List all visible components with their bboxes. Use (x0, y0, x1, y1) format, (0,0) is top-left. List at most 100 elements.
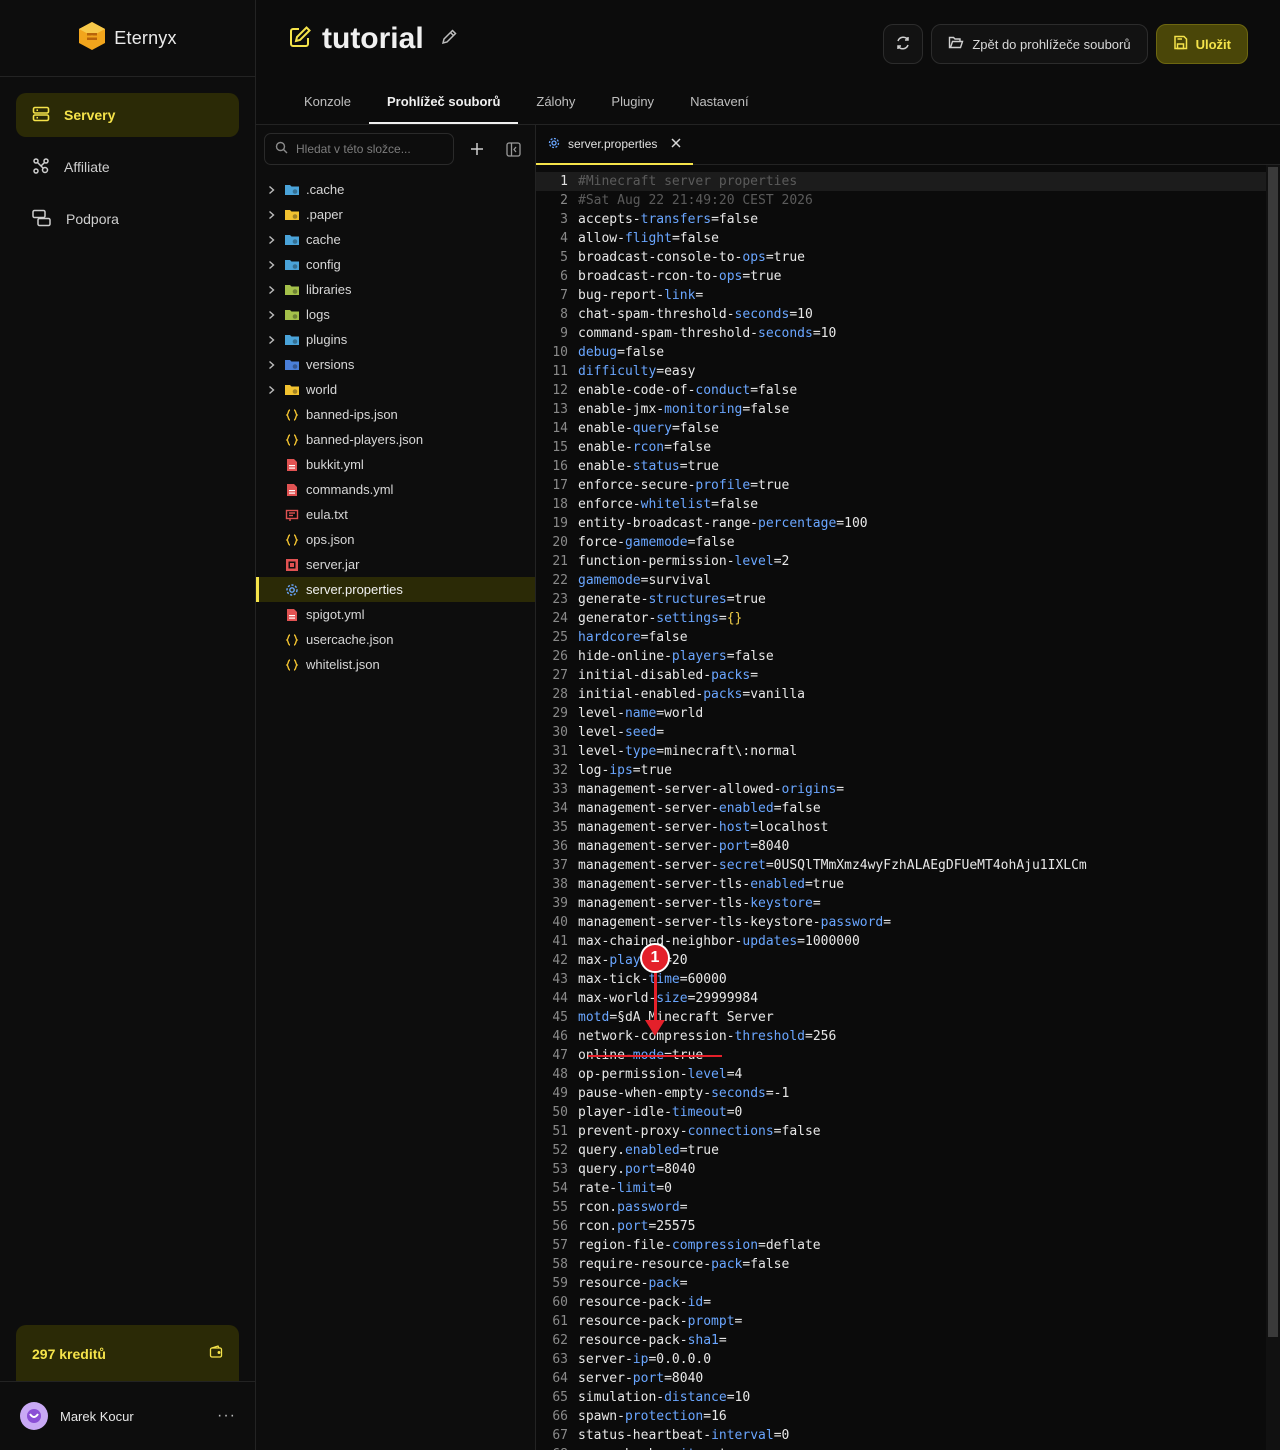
code-line[interactable]: 64 server-port=8040 (536, 1369, 1266, 1388)
code-line[interactable]: 63 server-ip=0.0.0.0 (536, 1350, 1266, 1369)
back-to-files-button[interactable]: Zpět do prohlížeče souborů (931, 24, 1148, 64)
chevron-right-icon[interactable] (266, 335, 276, 345)
brand[interactable]: Eternyx (0, 0, 255, 77)
file-row[interactable]: banned-players.json (256, 427, 535, 452)
chevron-right-icon[interactable] (266, 210, 276, 220)
code-line[interactable]: 17 enforce-secure-profile=true (536, 476, 1266, 495)
file-row[interactable]: whitelist.json (256, 652, 535, 677)
sidebar-item-affiliate[interactable]: Affiliate (16, 145, 239, 189)
folder-row[interactable]: config (256, 252, 535, 277)
code-line[interactable]: 49 pause-when-empty-seconds=-1 (536, 1084, 1266, 1103)
folder-row[interactable]: plugins (256, 327, 535, 352)
folder-row[interactable]: .cache (256, 177, 535, 202)
search-input[interactable]: Hledat v této složce... (264, 133, 454, 165)
chevron-right-icon[interactable] (266, 360, 276, 370)
code-line[interactable]: 31 level-type=minecraft\:normal (536, 742, 1266, 761)
code-line[interactable]: 65 simulation-distance=10 (536, 1388, 1266, 1407)
code-line[interactable]: 50 player-idle-timeout=0 (536, 1103, 1266, 1122)
code-line[interactable]: 30 level-seed= (536, 723, 1266, 742)
code-line[interactable]: 12 enable-code-of-conduct=false (536, 381, 1266, 400)
code-line[interactable]: 52 query.enabled=true (536, 1141, 1266, 1160)
user-bar[interactable]: Marek Kocur ··· (0, 1381, 256, 1450)
code-line[interactable]: 59 resource-pack= (536, 1274, 1266, 1293)
code-line[interactable]: 34 management-server-enabled=false (536, 799, 1266, 818)
file-row[interactable]: usercache.json (256, 627, 535, 652)
folder-row[interactable]: libraries (256, 277, 535, 302)
credits-card[interactable]: 297 kreditů (16, 1325, 239, 1382)
code-line[interactable]: 14 enable-query=false (536, 419, 1266, 438)
editor-scrollbar-thumb[interactable] (1268, 167, 1278, 1337)
code-line[interactable]: 3 accepts-transfers=false (536, 210, 1266, 229)
code-line[interactable]: 56 rcon.port=25575 (536, 1217, 1266, 1236)
file-row[interactable]: banned-ips.json (256, 402, 535, 427)
code-line[interactable]: 27 initial-disabled-packs= (536, 666, 1266, 685)
code-line[interactable]: 32 log-ips=true (536, 761, 1266, 780)
code-line[interactable]: 40 management-server-tls-keystore-passwor… (536, 913, 1266, 932)
refresh-button[interactable] (883, 24, 924, 64)
sidebar-item-servery[interactable]: Servery (16, 93, 239, 137)
toggle-panel-icon[interactable] (500, 136, 526, 162)
code-line[interactable]: 29 level-name=world (536, 704, 1266, 723)
rename-pencil-icon[interactable] (440, 28, 458, 51)
code-line[interactable]: 15 enable-rcon=false (536, 438, 1266, 457)
code-line[interactable]: 53 query.port=8040 (536, 1160, 1266, 1179)
folder-row[interactable]: versions (256, 352, 535, 377)
file-row[interactable]: commands.yml (256, 477, 535, 502)
code-area[interactable]: 1 #Minecraft server properties 2 #Sat Aug 2… (536, 172, 1266, 1450)
code-line[interactable]: 5 broadcast-console-to-ops=true (536, 248, 1266, 267)
code-line[interactable]: 68sync-chunk-writes=true (536, 1445, 1266, 1450)
code-line[interactable]: 28 initial-enabled-packs=vanilla (536, 685, 1266, 704)
code-line[interactable]: 36 management-server-port=8040 (536, 837, 1266, 856)
code-line[interactable]: 19 entity-broadcast-range-percentage=100 (536, 514, 1266, 533)
code-line[interactable]: 62 resource-pack-sha1= (536, 1331, 1266, 1350)
code-line[interactable]: 16 enable-status=true (536, 457, 1266, 476)
add-file-icon[interactable] (464, 136, 490, 162)
file-row[interactable]: server.jar (256, 552, 535, 577)
code-line[interactable]: 33 management-server-allowed-origins= (536, 780, 1266, 799)
code-line[interactable]: 22 gamemode=survival (536, 571, 1266, 590)
chevron-right-icon[interactable] (266, 260, 276, 270)
code-line[interactable]: 51 prevent-proxy-connections=false (536, 1122, 1266, 1141)
file-row[interactable]: spigot.yml (256, 602, 535, 627)
code-line[interactable]: 58 require-resource-pack=false (536, 1255, 1266, 1274)
code-line[interactable]: 24 generator-settings={} (536, 609, 1266, 628)
code-line[interactable]: 9 command-spam-threshold-seconds=10 (536, 324, 1266, 343)
code-line[interactable]: 2 #Sat Aug 22 21:49:20 CEST 2026 (536, 191, 1266, 210)
code-line[interactable]: 39 management-server-tls-keystore= (536, 894, 1266, 913)
tab-konzole[interactable]: Konzole (286, 84, 369, 124)
code-line[interactable]: 13 enable-jmx-monitoring=false (536, 400, 1266, 419)
code-line[interactable]: 38 management-server-tls-enabled=true (536, 875, 1266, 894)
code-line[interactable]: 26 hide-online-players=false (536, 647, 1266, 666)
code-line[interactable]: 66 spawn-protection=16 (536, 1407, 1266, 1426)
editor-tab-server-properties[interactable]: server.properties (536, 125, 694, 165)
tab-nastaveni[interactable]: Nastavení (672, 84, 767, 124)
code-line[interactable]: 25 hardcore=false (536, 628, 1266, 647)
close-icon[interactable] (671, 137, 681, 151)
code-line[interactable]: 1 #Minecraft server properties (536, 172, 1266, 191)
more-options-icon[interactable]: ··· (217, 1407, 236, 1425)
code-line[interactable]: 44 max-world-size=29999984 (536, 989, 1266, 1008)
folder-row[interactable]: world (256, 377, 535, 402)
code-line[interactable]: 60 resource-pack-id= (536, 1293, 1266, 1312)
code-line[interactable]: 20 force-gamemode=false (536, 533, 1266, 552)
file-row[interactable]: eula.txt (256, 502, 535, 527)
folder-row[interactable]: cache (256, 227, 535, 252)
tab-prohlizec-souboru[interactable]: Prohlížeč souborů (368, 84, 519, 124)
file-row[interactable]: ops.json (256, 527, 535, 552)
tab-pluginy[interactable]: Pluginy (593, 84, 672, 124)
chevron-right-icon[interactable] (266, 385, 276, 395)
code-line[interactable]: 11 difficulty=easy (536, 362, 1266, 381)
code-line[interactable]: 6 broadcast-rcon-to-ops=true (536, 267, 1266, 286)
folder-row[interactable]: .paper (256, 202, 535, 227)
chevron-right-icon[interactable] (266, 310, 276, 320)
code-line[interactable]: 23 generate-structures=true (536, 590, 1266, 609)
tab-zalohy[interactable]: Zálohy (518, 84, 593, 124)
code-line[interactable]: 43 max-tick-time=60000 (536, 970, 1266, 989)
code-line[interactable]: 55 rcon.password= (536, 1198, 1266, 1217)
code-line[interactable]: 61 resource-pack-prompt= (536, 1312, 1266, 1331)
file-row[interactable]: bukkit.yml (256, 452, 535, 477)
code-line[interactable]: 48 op-permission-level=4 (536, 1065, 1266, 1084)
chevron-right-icon[interactable] (266, 285, 276, 295)
chevron-right-icon[interactable] (266, 185, 276, 195)
code-line[interactable]: 18 enforce-whitelist=false (536, 495, 1266, 514)
